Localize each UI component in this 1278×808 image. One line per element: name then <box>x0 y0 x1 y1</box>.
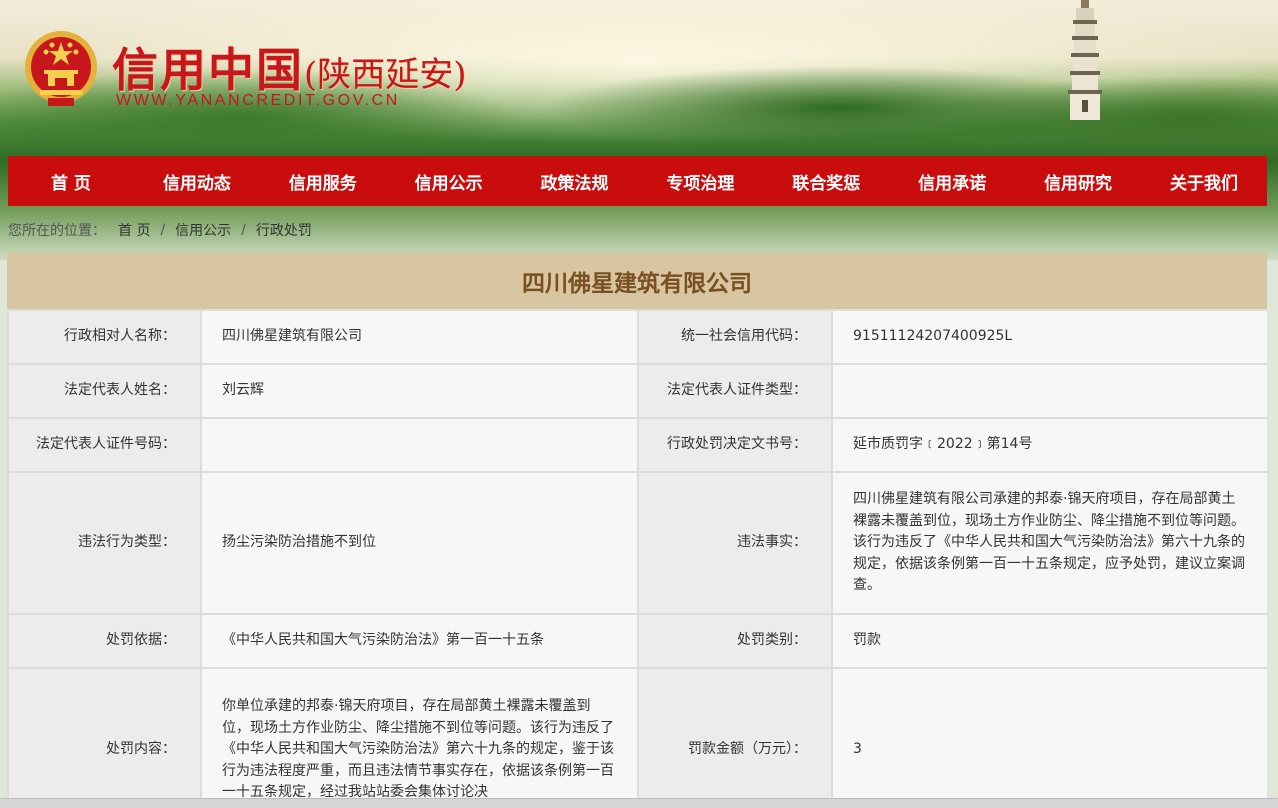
main-nav: 首 页 信用动态 信用服务 信用公示 政策法规 专项治理 联合奖惩 信用承诺 信… <box>8 156 1267 206</box>
label-legal-rep-name: 法定代表人姓名： <box>7 363 202 419</box>
label-credit-code: 统一社会信用代码： <box>637 309 833 365</box>
table-row: 法定代表人证件号码： 行政处罚决定文书号： 延市质罚字﹝2022﹞第14号 <box>7 417 1267 473</box>
nav-item-joint-reward-punish[interactable]: 联合奖惩 <box>763 156 889 206</box>
breadcrumb: 您所在的位置： 首 页 / 信用公示 / 行政处罚 <box>8 219 312 241</box>
label-penalty-category: 处罚类别： <box>637 613 833 669</box>
nav-item-credit-service[interactable]: 信用服务 <box>260 156 386 206</box>
table-row: 处罚内容： 你单位承建的邦泰·锦天府项目，存在局部黄土裸露未覆盖到位，现场土方作… <box>7 667 1267 808</box>
value-violation-type: 扬尘污染防治措施不到位 <box>200 471 639 615</box>
table-row: 行政相对人名称： 四川佛星建筑有限公司 统一社会信用代码： 9151112420… <box>7 309 1267 365</box>
nav-item-credit-commitment[interactable]: 信用承诺 <box>889 156 1015 206</box>
value-legal-rep-id-number <box>200 417 639 473</box>
penalty-info-table: 行政相对人名称： 四川佛星建筑有限公司 统一社会信用代码： 9151112420… <box>7 309 1267 808</box>
nav-item-home[interactable]: 首 页 <box>8 156 134 206</box>
nav-item-about-us[interactable]: 关于我们 <box>1141 156 1267 206</box>
nav-item-policy[interactable]: 政策法规 <box>512 156 638 206</box>
label-decision-doc-number: 行政处罚决定文书号： <box>637 417 833 473</box>
value-legal-rep-name: 刘云辉 <box>200 363 639 419</box>
table-row: 法定代表人姓名： 刘云辉 法定代表人证件类型： <box>7 363 1267 419</box>
nav-item-credit-publicity[interactable]: 信用公示 <box>386 156 512 206</box>
value-party-name: 四川佛星建筑有限公司 <box>200 309 639 365</box>
label-fine-amount: 罚款金额（万元）： <box>637 667 833 808</box>
browser-bottom-bar <box>0 798 1278 808</box>
value-violation-facts: 四川佛星建筑有限公司承建的邦泰·锦天府项目，存在局部黄土裸露未覆盖到位，现场土方… <box>831 471 1267 615</box>
nav-item-credit-news[interactable]: 信用动态 <box>134 156 260 206</box>
value-credit-code: 91511124207400925L <box>831 309 1267 365</box>
value-decision-doc-number: 延市质罚字﹝2022﹞第14号 <box>831 417 1267 473</box>
breadcrumb-credit-publicity[interactable]: 信用公示 <box>175 220 231 240</box>
site-url: WWW.YANANCREDIT.GOV.CN <box>116 92 400 109</box>
site-title-main: 信用中国 <box>112 43 304 97</box>
table-row: 违法行为类型： 扬尘污染防治措施不到位 违法事实： 四川佛星建筑有限公司承建的邦… <box>7 471 1267 615</box>
breadcrumb-lead: 您所在的位置： <box>8 223 106 239</box>
label-penalty-content: 处罚内容： <box>7 667 202 808</box>
label-legal-rep-id-type: 法定代表人证件类型： <box>637 363 833 419</box>
nav-item-special-governance[interactable]: 专项治理 <box>637 156 763 206</box>
breadcrumb-separator: / <box>160 222 166 238</box>
national-emblem-icon <box>25 31 97 106</box>
label-legal-rep-id-number: 法定代表人证件号码： <box>7 417 202 473</box>
label-penalty-basis: 处罚依据： <box>7 613 202 669</box>
pagoda-icon <box>1068 0 1102 120</box>
value-legal-rep-id-type <box>831 363 1267 419</box>
penalty-detail-panel: 四川佛星建筑有限公司 行政相对人名称： 四川佛星建筑有限公司 统一社会信用代码：… <box>7 253 1267 808</box>
table-row: 处罚依据： 《中华人民共和国大气污染防治法》第一百一十五条 处罚类别： 罚款 <box>7 613 1267 669</box>
breadcrumb-home[interactable]: 首 页 <box>118 220 150 240</box>
detail-title: 四川佛星建筑有限公司 <box>7 253 1267 309</box>
value-penalty-basis: 《中华人民共和国大气污染防治法》第一百一十五条 <box>200 613 639 669</box>
label-violation-type: 违法行为类型： <box>7 471 202 615</box>
site-title: 信用中国(陕西延安) <box>112 34 467 100</box>
site-title-sub: (陕西延安) <box>304 55 467 95</box>
label-violation-facts: 违法事实： <box>637 471 833 615</box>
breadcrumb-admin-penalty[interactable]: 行政处罚 <box>256 220 312 240</box>
value-penalty-content: 你单位承建的邦泰·锦天府项目，存在局部黄土裸露未覆盖到位，现场土方作业防尘、降尘… <box>200 667 639 808</box>
label-party-name: 行政相对人名称： <box>7 309 202 365</box>
value-fine-amount: 3 <box>831 667 1267 808</box>
value-penalty-category: 罚款 <box>831 613 1267 669</box>
breadcrumb-separator: / <box>241 222 246 238</box>
nav-item-credit-research[interactable]: 信用研究 <box>1015 156 1141 206</box>
